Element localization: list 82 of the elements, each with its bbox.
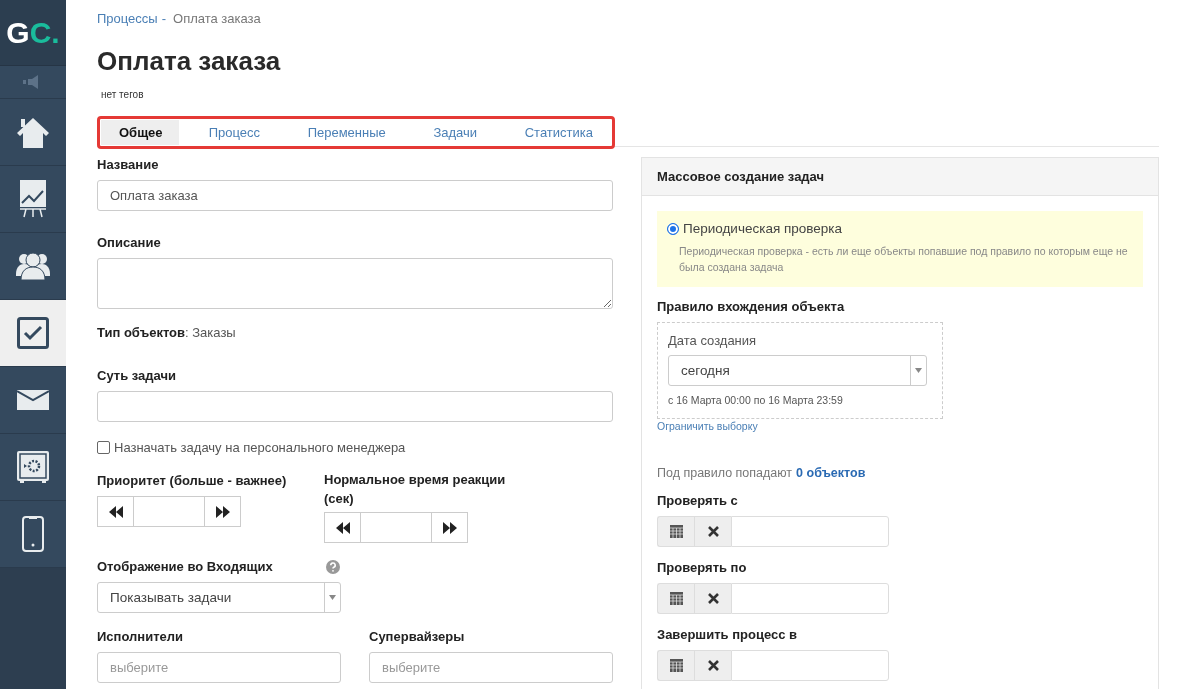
tab[interactable]: Задачи: [415, 120, 496, 145]
tab[interactable]: Общее: [101, 120, 179, 145]
double-left-arrow-icon: [335, 521, 350, 534]
calendar-button[interactable]: [657, 583, 694, 614]
breadcrumb-link[interactable]: Процессы: [97, 11, 158, 26]
priority-input[interactable]: [134, 496, 204, 527]
close-icon: [707, 526, 719, 537]
breadcrumb-separator: -: [161, 11, 167, 26]
date-input[interactable]: [731, 583, 889, 614]
double-left-arrow-icon: [108, 505, 123, 518]
executors-input[interactable]: выберите: [97, 652, 341, 683]
radio-button[interactable]: [667, 222, 679, 235]
safe-icon: [17, 451, 49, 483]
field-label: Завершить процесс в: [657, 627, 798, 642]
field-label: Супервайзеры: [369, 629, 466, 644]
people-icon: [16, 252, 50, 280]
name-input[interactable]: Оплата заказа: [97, 180, 613, 211]
field-label: Описание: [97, 235, 162, 250]
calendar-icon: [669, 525, 683, 538]
sidebar-item[interactable]: [0, 233, 66, 300]
double-right-arrow-icon: [215, 505, 230, 518]
section-title: Правило вхождения объекта: [657, 299, 846, 314]
close-icon: [707, 593, 719, 604]
field-label: Приоритет (больше - важнее): [97, 473, 288, 488]
field-label: Название: [97, 157, 160, 172]
caret-icon: [329, 595, 336, 600]
clear-button[interactable]: [694, 650, 731, 681]
calendar-button[interactable]: [657, 650, 694, 681]
decrease-button[interactable]: [97, 496, 134, 527]
checkbox-icon: [17, 317, 49, 349]
count-link[interactable]: 0 объектов: [796, 466, 866, 480]
date-input[interactable]: [731, 650, 889, 681]
sidebar-item[interactable]: [0, 434, 66, 501]
count-text: Под правило попадают: [657, 466, 793, 480]
increase-button[interactable]: [204, 496, 241, 527]
home-icon: [16, 116, 50, 148]
object-type-text: Тип объектов: Заказы: [97, 325, 237, 340]
caret-icon: [915, 368, 922, 373]
double-right-arrow-icon: [442, 521, 457, 534]
date-range-text: с 16 Марта 00:00 по 16 Марта 23:59: [668, 394, 844, 406]
field-label: Исполнители: [97, 629, 184, 644]
sidebar-item[interactable]: [0, 166, 66, 233]
checkbox-label: Назначать задачу на персонального менеджера: [114, 440, 406, 455]
date-select[interactable]: сегодня: [668, 355, 927, 386]
tags-text: нет тегов: [101, 89, 145, 100]
tab[interactable]: Переменные: [289, 120, 404, 145]
essence-input[interactable]: [97, 391, 613, 422]
decrease-button[interactable]: [324, 512, 361, 543]
supervisors-input[interactable]: выберите: [369, 652, 613, 683]
mail-icon: [17, 390, 49, 410]
inbox-display-select[interactable]: Показывать задачи: [97, 582, 341, 613]
phone-icon: [22, 516, 44, 552]
calendar-icon: [669, 592, 683, 605]
radio-label: Периодическая проверка: [683, 221, 843, 236]
clear-button[interactable]: [694, 516, 731, 547]
field-label: Отображение во Входящих: [97, 559, 273, 574]
field-label: Проверять по: [657, 560, 748, 575]
sidebar-item[interactable]: [0, 367, 66, 434]
help-icon[interactable]: [326, 559, 340, 574]
increase-button[interactable]: [431, 512, 468, 543]
breadcrumb-current: Оплата заказа: [173, 11, 261, 26]
checkbox[interactable]: [97, 441, 110, 454]
limit-link[interactable]: Ограничить выборку: [657, 420, 1143, 432]
chart-board-icon: [18, 180, 48, 218]
field-label: Нормальное время реакции (сек): [324, 471, 507, 508]
clear-button[interactable]: [694, 583, 731, 614]
sidebar-item[interactable]: [0, 99, 66, 166]
calendar-button[interactable]: [657, 516, 694, 547]
sidebar-item[interactable]: [0, 300, 66, 367]
tab[interactable]: Статистика: [506, 120, 611, 145]
rule-label: Дата создания: [668, 333, 758, 348]
option-description: Периодическая проверка - есть ли еще объекты попавшие под правило по которым еще не была создана задача: [679, 244, 1129, 275]
close-icon: [707, 660, 719, 671]
reaction-time-input[interactable]: [361, 512, 431, 543]
field-label: Суть задачи: [97, 368, 177, 383]
panel-title: Массовое создание задач: [642, 158, 1158, 196]
calendar-icon: [669, 659, 683, 672]
field-label: Проверять с: [657, 493, 739, 508]
page-title: Оплата заказа: [97, 46, 282, 77]
date-input[interactable]: [731, 516, 889, 547]
sidebar-item[interactable]: [0, 501, 66, 568]
tab[interactable]: Процесс: [190, 120, 278, 145]
